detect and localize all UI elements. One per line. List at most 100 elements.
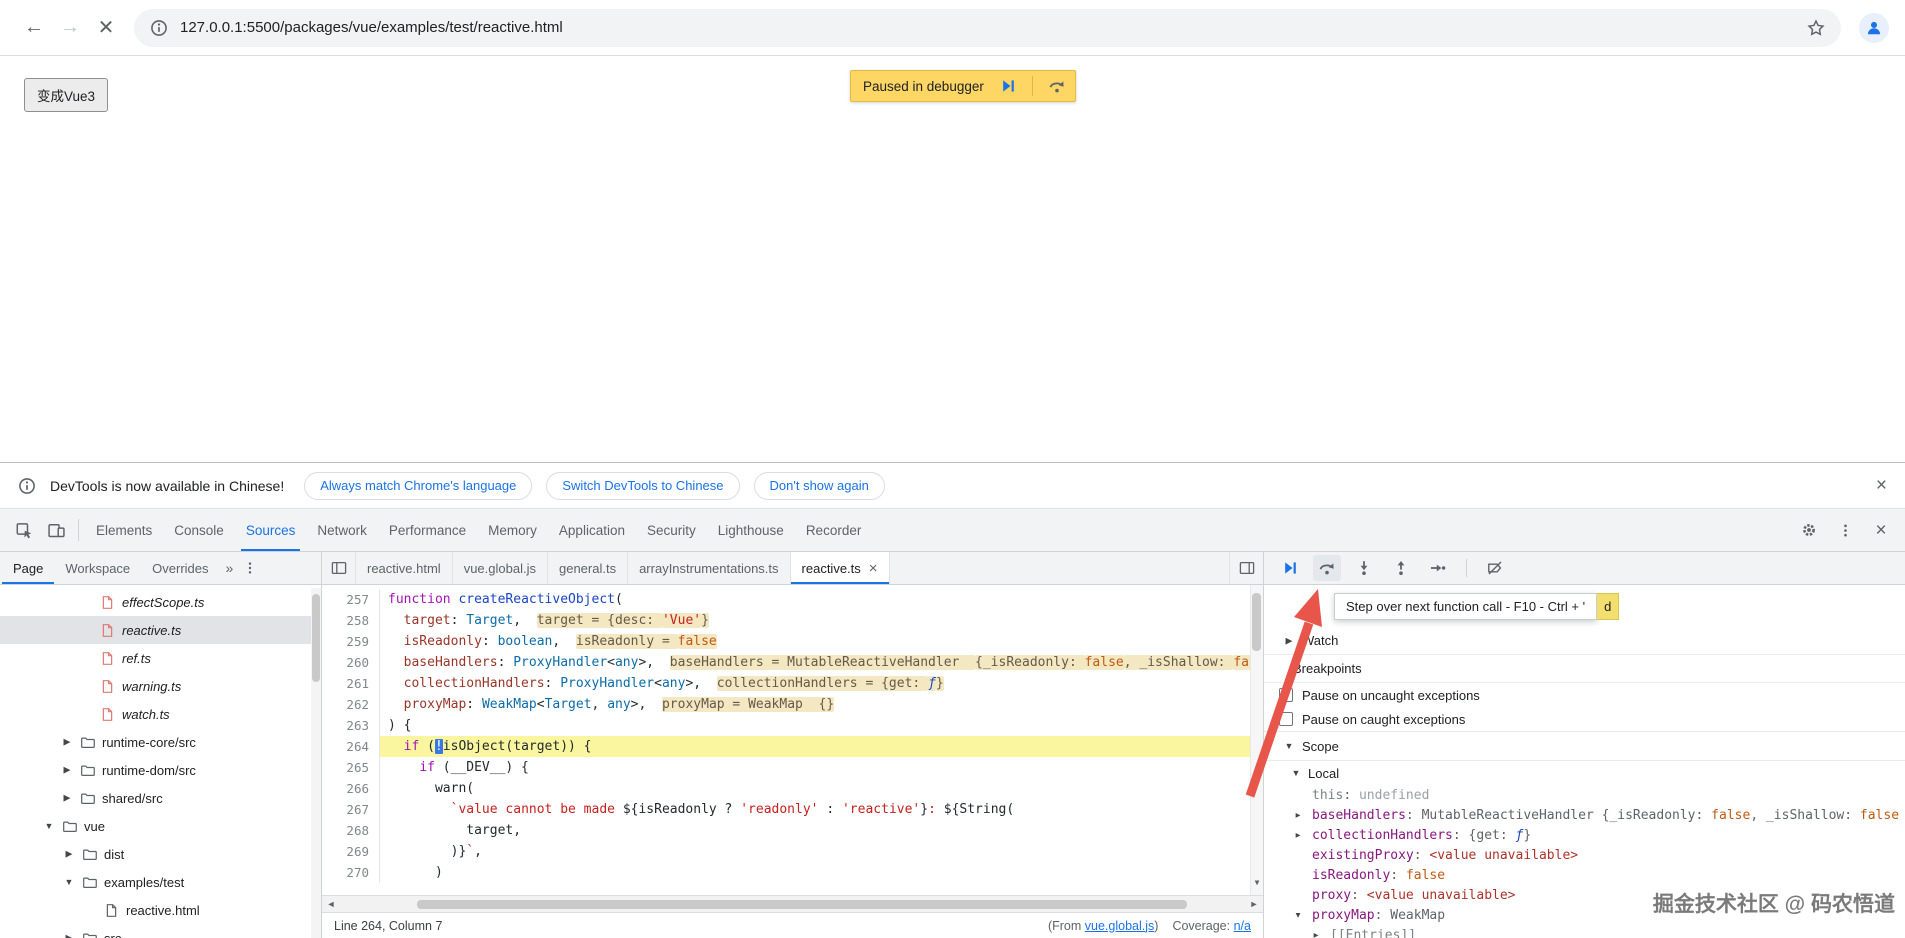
chevron-right-icon[interactable]: ▶ (61, 793, 73, 804)
chevron-down-icon[interactable]: ▼ (43, 821, 55, 831)
tab-recorder[interactable]: Recorder (795, 509, 873, 551)
navigator-more-icon[interactable] (239, 561, 261, 575)
tab-application[interactable]: Application (548, 509, 636, 551)
mapped-from-link[interactable]: vue.global.js (1085, 919, 1155, 933)
devtools-close-icon[interactable]: × (1865, 521, 1897, 540)
file-tree-item[interactable]: ref.ts (0, 644, 321, 672)
navigator-tab-page[interactable]: Page (2, 552, 54, 584)
code-line[interactable]: 258 target: Target, target = {desc: 'Vue… (322, 610, 1263, 631)
breakpoint-option[interactable]: Pause on caught exceptions (1264, 707, 1905, 731)
line-number[interactable]: 259 (322, 631, 380, 652)
chevron-down-icon[interactable]: ▼ (1283, 741, 1295, 751)
file-tree-item[interactable]: ▶runtime-dom/src (0, 756, 321, 784)
checkbox[interactable] (1279, 712, 1293, 726)
notice-action-button[interactable]: Always match Chrome's language (304, 472, 532, 500)
chevron-right-icon[interactable]: ▶ (1310, 931, 1322, 938)
bookmark-star-icon[interactable] (1807, 19, 1825, 37)
notice-close-icon[interactable]: × (1876, 476, 1887, 495)
step-over-button[interactable] (1313, 555, 1341, 581)
file-tree-item[interactable]: ▼vue (0, 812, 321, 840)
editor-tab[interactable]: reactive.ts× (791, 552, 890, 584)
navigator-tab-workspace[interactable]: Workspace (54, 552, 141, 584)
code-line[interactable]: 257function createReactiveObject( (322, 589, 1263, 610)
editor-vertical-scrollbar[interactable]: ▼ (1250, 585, 1263, 895)
line-number[interactable]: 261 (322, 673, 380, 694)
line-number[interactable]: 262 (322, 694, 380, 715)
chevron-right-icon[interactable]: ▶ (1283, 635, 1295, 646)
editor-tab[interactable]: general.ts (548, 552, 628, 584)
notice-action-button[interactable]: Don't show again (754, 472, 885, 500)
tab-console[interactable]: Console (163, 509, 235, 551)
resume-script-icon[interactable] (994, 73, 1022, 99)
chevron-down-icon[interactable]: ▼ (1290, 768, 1302, 778)
line-number[interactable]: 266 (322, 778, 380, 799)
step-button[interactable] (1424, 555, 1452, 581)
editor-tab[interactable]: vue.global.js (453, 552, 548, 584)
scope-local-header[interactable]: ▼Local (1264, 761, 1905, 785)
toggle-debugger-pane-icon[interactable] (1229, 552, 1263, 584)
horizontal-scroll-thumb[interactable] (417, 900, 1187, 909)
file-tree-item[interactable]: ▶runtime-core/src (0, 728, 321, 756)
tab-performance[interactable]: Performance (378, 509, 477, 551)
editor-tab[interactable]: reactive.html (356, 552, 453, 584)
scope-entry[interactable]: this: undefined (1264, 785, 1905, 805)
more-options-icon[interactable] (1829, 523, 1861, 538)
chevron-down-icon[interactable]: ▼ (63, 877, 75, 887)
watch-section-header[interactable]: ▶Watch (1264, 627, 1905, 655)
step-into-button[interactable] (1350, 555, 1378, 581)
back-button[interactable]: ← (16, 10, 52, 46)
scope-entry[interactable]: ▶[[Entries]] (1264, 925, 1905, 938)
settings-gear-icon[interactable] (1793, 522, 1825, 538)
address-bar[interactable]: 127.0.0.1:5500/packages/vue/examples/tes… (134, 9, 1841, 47)
chevron-right-icon[interactable]: ▶ (1292, 831, 1304, 840)
chevron-down-icon[interactable]: ▼ (1292, 911, 1304, 920)
site-info-icon[interactable] (150, 19, 168, 37)
editor-horizontal-scrollbar[interactable]: ◄ ► (322, 895, 1263, 912)
notice-action-button[interactable]: Switch DevTools to Chinese (546, 472, 739, 500)
scope-entry[interactable]: existingProxy: <value unavailable> (1264, 845, 1905, 865)
scroll-down-arrow[interactable]: ▼ (1251, 872, 1263, 893)
line-number[interactable]: 268 (322, 820, 380, 841)
stop-reload-button[interactable]: ✕ (88, 10, 124, 46)
tab-memory[interactable]: Memory (477, 509, 548, 551)
chevron-right-icon[interactable]: ▶ (63, 933, 75, 938)
scope-entry[interactable]: ▶baseHandlers: MutableReactiveHandler {_… (1264, 805, 1905, 825)
scope-entry[interactable]: ▶collectionHandlers: {get: ƒ} (1264, 825, 1905, 845)
tab-network[interactable]: Network (306, 509, 378, 551)
scope-section-header[interactable]: ▼Scope (1264, 731, 1905, 761)
file-tree-item[interactable]: reactive.ts (0, 616, 321, 644)
scroll-left-arrow[interactable]: ◄ (322, 896, 340, 912)
tab-elements[interactable]: Elements (85, 509, 163, 551)
line-number[interactable]: 267 (322, 799, 380, 820)
code-line[interactable]: 259 isReadonly: boolean, isReadonly = fa… (322, 631, 1263, 652)
chevron-right-icon[interactable]: ▶ (61, 765, 73, 776)
navigator-scrollbar[interactable] (311, 588, 321, 938)
chevron-right-icon[interactable]: ▶ (1292, 811, 1304, 820)
device-toolbar-icon[interactable] (40, 509, 72, 551)
code-line[interactable]: 269 )}`, (322, 841, 1263, 862)
breakpoints-section-header[interactable]: Breakpoints (1264, 655, 1905, 683)
navigator-tab-overrides[interactable]: Overrides (141, 552, 219, 584)
code-line[interactable]: 260 baseHandlers: ProxyHandler<any>, bas… (322, 652, 1263, 673)
code-line[interactable]: 261 collectionHandlers: ProxyHandler<any… (322, 673, 1263, 694)
code-line[interactable]: 270 ) (322, 862, 1263, 883)
code-editor[interactable]: 257function createReactiveObject(258 tar… (322, 585, 1263, 895)
forward-button[interactable]: → (52, 10, 88, 46)
scroll-right-arrow[interactable]: ► (1245, 896, 1263, 912)
profile-avatar[interactable] (1859, 13, 1889, 43)
deactivate-breakpoints-button[interactable] (1481, 555, 1509, 581)
line-number[interactable]: 260 (322, 652, 380, 673)
file-tree-item[interactable]: ▼examples/test (0, 868, 321, 896)
code-line[interactable]: 266 warn( (322, 778, 1263, 799)
chevron-right-icon[interactable]: ▶ (63, 849, 75, 860)
vue3-button[interactable]: 变成Vue3 (24, 78, 108, 112)
resume-button[interactable] (1276, 555, 1304, 581)
close-tab-icon[interactable]: × (869, 561, 878, 576)
chevron-right-icon[interactable]: ▶ (61, 737, 73, 748)
line-number[interactable]: 263 (322, 715, 380, 736)
file-tree-item[interactable]: ▶shared/src (0, 784, 321, 812)
inspect-element-icon[interactable] (8, 509, 40, 551)
file-tree-item[interactable]: warning.ts (0, 672, 321, 700)
tab-sources[interactable]: Sources (235, 509, 307, 551)
step-out-button[interactable] (1387, 555, 1415, 581)
